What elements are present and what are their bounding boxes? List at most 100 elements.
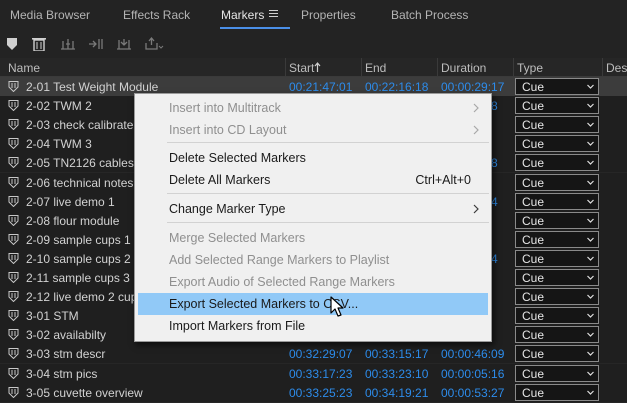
tab-properties[interactable]: Properties — [301, 8, 356, 22]
marker-start-time[interactable]: 00:21:47:01 — [289, 80, 352, 94]
column-header-type[interactable]: Type — [517, 61, 543, 75]
marker-type-select[interactable]: Cue — [515, 231, 599, 248]
marker-type-value: Cue — [522, 252, 545, 266]
merge-icon[interactable] — [60, 37, 76, 51]
marker-type-select[interactable]: Cue — [515, 135, 599, 152]
table-row[interactable]: 3-04 stm pics 00:33:17:23 00:33:23:10 00:00… — [0, 364, 627, 384]
menu-separator — [167, 193, 489, 194]
marker-start-time[interactable]: 00:33:17:23 — [289, 367, 352, 381]
column-header-description[interactable]: Desc — [606, 61, 627, 75]
marker-type-select[interactable]: Cue — [515, 365, 599, 382]
column-header-duration[interactable]: Duration — [441, 61, 486, 75]
column-divider[interactable] — [285, 58, 286, 76]
chevron-down-icon — [587, 237, 594, 242]
marker-type-select[interactable]: Cue — [515, 288, 599, 305]
marker-name[interactable]: 2-07 live demo 1 — [26, 195, 115, 209]
marker-duration[interactable]: 4 — [491, 195, 498, 209]
marker-type-select[interactable]: Cue — [515, 326, 599, 343]
marker-name[interactable]: 2-09 sample cups 1 — [26, 233, 131, 247]
marker-type-select[interactable]: Cue — [515, 384, 599, 401]
menu-item[interactable]: Export Selected Markers to CSV... — [138, 293, 488, 315]
chevron-down-icon — [587, 199, 594, 204]
menu-item[interactable]: Delete Selected Markers — [135, 147, 491, 169]
marker-start-time[interactable]: 00:32:29:07 — [289, 347, 352, 361]
marker-type-select[interactable]: Cue — [515, 269, 599, 286]
marker-name[interactable]: 3-02 availabilty — [26, 328, 106, 342]
marker-icon — [8, 310, 19, 321]
marker-name[interactable]: 2-05 TN2126 cables — [26, 156, 134, 170]
column-divider[interactable] — [602, 58, 603, 76]
marker-name[interactable]: 3-04 stm pics — [26, 367, 97, 381]
tab-media-browser[interactable]: Media Browser — [10, 8, 90, 22]
marker-duration[interactable]: 00:00:29:17 — [441, 80, 504, 94]
marker-type-value: Cue — [522, 118, 545, 132]
tab-batch-process[interactable]: Batch Process — [391, 8, 468, 22]
marker-icon — [8, 234, 19, 245]
column-header-end[interactable]: End — [365, 61, 386, 75]
marker-name[interactable]: 2-06 technical notes — [26, 176, 133, 190]
column-header-start[interactable]: Start — [289, 61, 314, 75]
marker-name[interactable]: 2-02 TWM 2 — [26, 99, 92, 113]
marker-type-select[interactable]: Cue — [515, 174, 599, 191]
marker-type-select[interactable]: Cue — [515, 345, 599, 362]
tab-effects-rack[interactable]: Effects Rack — [123, 8, 190, 22]
marker-start-time[interactable]: 00:33:25:23 — [289, 386, 352, 400]
marker-type-select[interactable]: Cue — [515, 307, 599, 324]
table-row[interactable]: 3-05 cuvette overview 00:33:25:23 00:34:19… — [0, 383, 627, 403]
marker-name[interactable]: 2-08 flour module — [26, 214, 119, 228]
menu-item[interactable]: Add Selected Range Markers to Playlist — [135, 249, 491, 271]
marker-name[interactable]: 2-01 Test Weight Module — [26, 80, 158, 94]
split-icon[interactable] — [116, 37, 132, 51]
column-divider[interactable] — [361, 58, 362, 76]
marker-type-value: Cue — [522, 195, 545, 209]
marker-duration[interactable]: 4 — [491, 252, 498, 266]
marker-type-value: Cue — [522, 386, 545, 400]
marker-type-select[interactable]: Cue — [515, 116, 599, 133]
marker-end-time[interactable]: 00:33:15:17 — [365, 347, 428, 361]
marker-type-select[interactable]: Cue — [515, 78, 599, 95]
menu-item[interactable]: Change Marker Type — [135, 198, 491, 220]
marker-name[interactable]: 2-03 check calibrate — [26, 118, 133, 132]
marker-duration[interactable]: 00:00:05:16 — [441, 367, 504, 381]
chevron-down-icon — [587, 160, 594, 165]
marker-type-select[interactable]: Cue — [515, 193, 599, 210]
menu-item[interactable]: Export Audio of Selected Range Markers — [135, 271, 491, 293]
marker-type-select[interactable]: Cue — [515, 154, 599, 171]
marker-name[interactable]: 2-10 sample cups 2 — [26, 252, 131, 266]
marker-duration[interactable]: 8 — [491, 99, 498, 113]
menu-item[interactable]: Delete All Markers Ctrl+Alt+0 — [135, 169, 491, 191]
marker-name[interactable]: 3-03 stm descr — [26, 347, 105, 361]
marker-duration[interactable]: 00:00:46:09 — [441, 347, 504, 361]
marker-name[interactable]: 2-04 TWM 3 — [26, 137, 92, 151]
trash-icon[interactable] — [31, 37, 47, 51]
insert-into-playlist-icon[interactable] — [88, 37, 104, 51]
marker-type-select[interactable]: Cue — [515, 212, 599, 229]
marker-duration[interactable]: 8 — [491, 156, 498, 170]
column-header-name[interactable]: Name — [8, 61, 40, 75]
marker-icon — [8, 138, 19, 149]
marker-end-time[interactable]: 00:34:19:21 — [365, 386, 428, 400]
tab-markers[interactable]: Markers — [221, 8, 264, 22]
marker-end-time[interactable]: 00:22:16:18 — [365, 80, 428, 94]
export-icon[interactable] — [144, 37, 164, 51]
panel-tab-bar: Media Browser Effects Rack Markers Prope… — [0, 0, 627, 30]
menu-item[interactable]: Import Markers from File — [135, 315, 491, 337]
marker-duration[interactable]: 00:00:53:27 — [441, 386, 504, 400]
marker-name[interactable]: 2-11 sample cups 3 — [26, 271, 130, 285]
menu-item[interactable]: Insert into Multitrack — [135, 97, 491, 119]
panel-menu-icon[interactable] — [269, 10, 278, 18]
marker-type-value: Cue — [522, 214, 545, 228]
marker-icon — [8, 348, 19, 359]
table-row[interactable]: 3-03 stm descr 00:32:29:07 00:33:15:17 00:0… — [0, 344, 627, 364]
marker-name[interactable]: 2-12 live demo 2 cups — [26, 290, 143, 304]
marker-type-select[interactable]: Cue — [515, 97, 599, 114]
marker-icon[interactable] — [4, 37, 20, 51]
column-divider[interactable] — [437, 58, 438, 76]
marker-end-time[interactable]: 00:33:23:10 — [365, 367, 428, 381]
marker-type-select[interactable]: Cue — [515, 250, 599, 267]
marker-name[interactable]: 3-05 cuvette overview — [26, 386, 143, 400]
menu-item[interactable]: Insert into CD Layout — [135, 119, 491, 141]
menu-item[interactable]: Merge Selected Markers — [135, 227, 491, 249]
marker-name[interactable]: 3-01 STM — [26, 309, 79, 323]
column-divider[interactable] — [513, 58, 514, 76]
